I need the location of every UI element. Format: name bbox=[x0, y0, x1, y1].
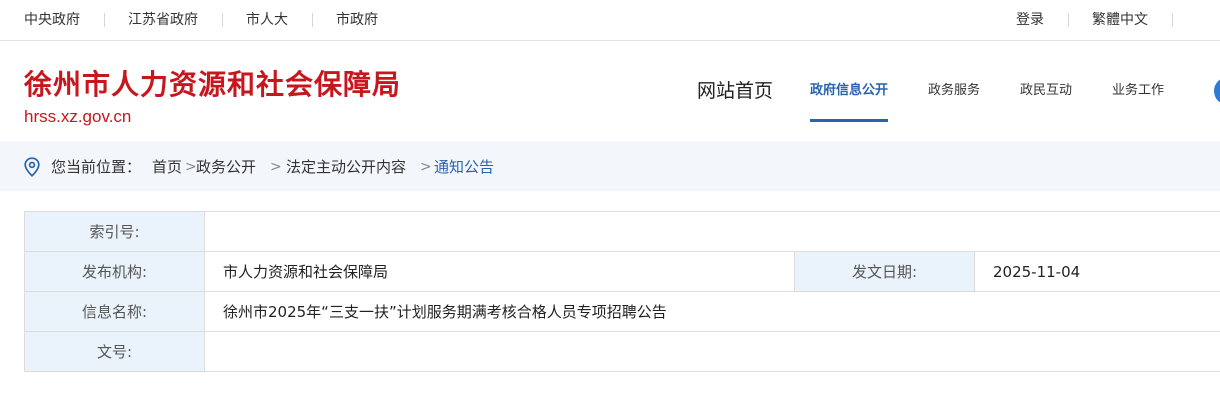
breadcrumb-separator: > bbox=[185, 159, 197, 175]
language-switch-link[interactable]: 繁體中文 bbox=[1092, 11, 1148, 29]
site-header: 徐州市人力资源和社会保障局 hrss.xz.gov.cn 网站首页 政府信息公开… bbox=[0, 41, 1220, 141]
info-name-label: 信息名称: bbox=[24, 291, 205, 332]
topbar-divider bbox=[104, 13, 105, 27]
nav-item-business-work[interactable]: 业务工作 bbox=[1112, 82, 1164, 100]
nav-item-gov-services[interactable]: 政务服务 bbox=[928, 82, 980, 100]
table-row: 文号: bbox=[24, 331, 1220, 372]
topbar-link-peoples-congress[interactable]: 市人大 bbox=[246, 11, 288, 29]
breadcrumb-item-notices[interactable]: 通知公告 bbox=[434, 157, 494, 177]
breadcrumb-label: 您当前位置： bbox=[51, 158, 142, 176]
topbar-divider bbox=[222, 13, 223, 27]
publisher-label: 发布机构: bbox=[24, 251, 205, 292]
document-number-label: 文号: bbox=[24, 331, 205, 372]
document-number-value bbox=[203, 331, 1220, 372]
table-row: 索引号: bbox=[24, 211, 1220, 252]
breadcrumb-separator: > bbox=[420, 159, 432, 175]
site-name[interactable]: 徐州市人力资源和社会保障局 bbox=[24, 68, 401, 102]
topbar-link-city-gov[interactable]: 市政府 bbox=[336, 11, 378, 29]
info-name-value: 徐州市2025年“三支一扶”计划服务期满考核合格人员专项招聘公告 bbox=[203, 291, 1220, 332]
breadcrumb-item-home[interactable]: 首页 bbox=[152, 157, 182, 177]
topbar-divider bbox=[1068, 13, 1069, 27]
nav-item-interaction[interactable]: 政民互动 bbox=[1020, 82, 1072, 100]
location-pin-icon bbox=[24, 157, 40, 177]
topbar-link-jiangsu-gov[interactable]: 江苏省政府 bbox=[128, 11, 198, 29]
top-bar: 中央政府 江苏省政府 市人大 市政府 登录 繁體中文 bbox=[0, 0, 1220, 41]
topbar-link-central-gov[interactable]: 中央政府 bbox=[24, 11, 80, 29]
publisher-value: 市人力资源和社会保障局 bbox=[204, 251, 795, 292]
login-link[interactable]: 登录 bbox=[1016, 11, 1044, 29]
table-row: 发布机构: 市人力资源和社会保障局 发文日期: 2025-11-04 bbox=[24, 251, 1220, 292]
site-domain: hrss.xz.gov.cn bbox=[24, 107, 132, 126]
index-value bbox=[203, 211, 1220, 252]
document-info-table: 索引号: 发布机构: 市人力资源和社会保障局 发文日期: 2025-11-04 … bbox=[24, 211, 1220, 372]
index-label: 索引号: bbox=[24, 211, 205, 252]
breadcrumb-item-statutory-disclosure[interactable]: 法定主动公开内容 bbox=[286, 157, 406, 177]
issue-date-label: 发文日期: bbox=[794, 251, 975, 292]
user-icon[interactable] bbox=[1214, 77, 1220, 105]
breadcrumb: 您当前位置： 首页 > 政务公开 > 法定主动公开内容 > 通知公告 bbox=[0, 141, 1220, 191]
topbar-divider bbox=[1172, 13, 1173, 27]
breadcrumb-item-gov-affairs[interactable]: 政务公开 bbox=[196, 157, 256, 177]
issue-date-value: 2025-11-04 bbox=[973, 251, 1220, 292]
nav-active-indicator bbox=[810, 119, 888, 122]
topbar-divider bbox=[312, 13, 313, 27]
breadcrumb-separator: > bbox=[270, 159, 282, 175]
nav-home[interactable]: 网站首页 bbox=[697, 79, 773, 103]
nav-item-gov-info-disclosure[interactable]: 政府信息公开 bbox=[810, 82, 888, 100]
table-row: 信息名称: 徐州市2025年“三支一扶”计划服务期满考核合格人员专项招聘公告 bbox=[24, 291, 1220, 332]
